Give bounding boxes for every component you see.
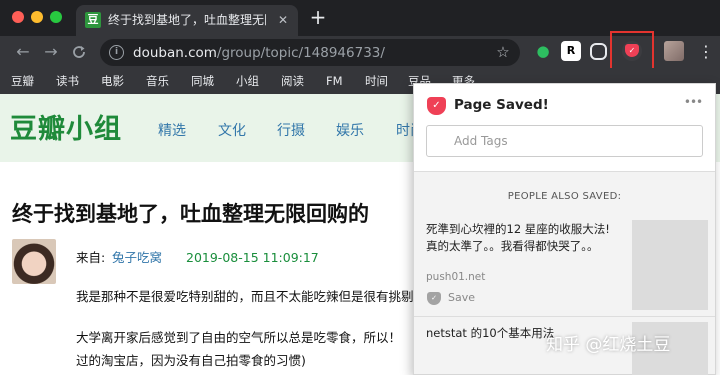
address-bar[interactable]: i douban.com/group/topic/148946733/ ☆ [100, 39, 520, 66]
bookmark-item[interactable]: 读书 [56, 73, 79, 89]
pocket-icon: ✓ [427, 97, 446, 115]
topic-title: 终于找到基地了，吐血整理无限回购的 [12, 202, 369, 226]
url-path: /group/topic/148946733/ [216, 45, 385, 61]
author-link[interactable]: 兔子吃窝 [112, 250, 162, 266]
new-tab-button[interactable]: + [308, 7, 328, 27]
minimize-window-button[interactable] [31, 11, 43, 23]
watermark: 知乎 @红烧土豆 [546, 335, 671, 355]
add-tags-placeholder: Add Tags [454, 134, 508, 148]
browser-window: 豆 终于找到基地了，吐血整理无限回购的 ✕ + ← → i douban.com… [0, 0, 720, 375]
reload-icon [73, 46, 85, 58]
bookmark-item[interactable]: 阅读 [281, 73, 304, 89]
bookmark-item[interactable]: 时间 [365, 73, 388, 89]
tab-title: 终于找到基地了，吐血整理无限回购的 [108, 13, 266, 27]
recommendation-title[interactable]: 死準到心坎裡的12 星座的收服大法! 真的太準了。。我看得都快哭了。。 [426, 221, 624, 257]
bookmark-item[interactable]: 小组 [236, 73, 259, 89]
author-avatar[interactable] [12, 239, 56, 284]
forward-button[interactable]: → [40, 41, 62, 63]
nav-item[interactable]: 文化 [218, 121, 246, 141]
url-text[interactable]: douban.com/group/topic/148946733/ [133, 44, 473, 62]
reload-button[interactable] [68, 41, 90, 63]
profile-avatar[interactable] [664, 41, 684, 61]
tab-active[interactable]: 豆 终于找到基地了，吐血整理无限回购的 ✕ [76, 5, 298, 36]
maximize-window-button[interactable] [50, 11, 62, 23]
from-label: 来自: [76, 250, 106, 265]
bookmark-item[interactable]: 电影 [101, 73, 124, 89]
post-time: 2019-08-15 11:09:17 [186, 250, 319, 265]
bookmark-item[interactable]: 音乐 [146, 73, 169, 89]
divider [414, 316, 715, 317]
bookmark-item[interactable]: FM [326, 73, 343, 89]
recommendation-save-button[interactable]: Save [448, 291, 475, 305]
recommendation-domain: push01.net [426, 271, 486, 283]
douban-group-logo[interactable]: 豆瓣小组 [10, 113, 122, 147]
bookmark-item[interactable]: 同城 [191, 73, 214, 89]
evernote-icon[interactable]: ● [533, 41, 553, 61]
post-paragraph: 过的淘宝店，因为没有自己拍零食的习惯) [76, 353, 306, 368]
tab-close-icon[interactable]: ✕ [274, 11, 292, 29]
url-host: douban.com [133, 45, 217, 61]
recommendation-thumbnail[interactable] [632, 220, 708, 310]
browser-menu-icon[interactable]: ⋮ [698, 41, 714, 63]
nav-item[interactable]: 娱乐 [336, 121, 364, 141]
back-button[interactable]: ← [12, 41, 34, 63]
extension-icon[interactable] [590, 43, 607, 60]
people-also-saved-heading: PEOPLE ALSO SAVED: [507, 191, 622, 202]
post-paragraph: 大学离开家后感觉到了自由的空气所以总是吃零食，所以！ [76, 330, 402, 345]
r-extension-icon[interactable]: R [561, 41, 581, 61]
nav-item[interactable]: 行摄 [277, 121, 305, 141]
bookmark-star-icon[interactable]: ☆ [494, 43, 512, 61]
post-paragraph: 我是那种不是很爱吃特别甜的，而且不太能吃辣但是很有挑剔 [76, 289, 414, 304]
close-window-button[interactable] [12, 11, 24, 23]
bookmark-item[interactable]: 豆瓣 [11, 73, 34, 89]
site-info-icon[interactable]: i [109, 45, 124, 60]
more-options-icon[interactable]: ••• [683, 94, 703, 110]
douban-favicon-icon: 豆 [85, 12, 101, 28]
nav-item[interactable]: 精选 [158, 121, 186, 141]
page-saved-title: Page Saved! [454, 97, 549, 113]
